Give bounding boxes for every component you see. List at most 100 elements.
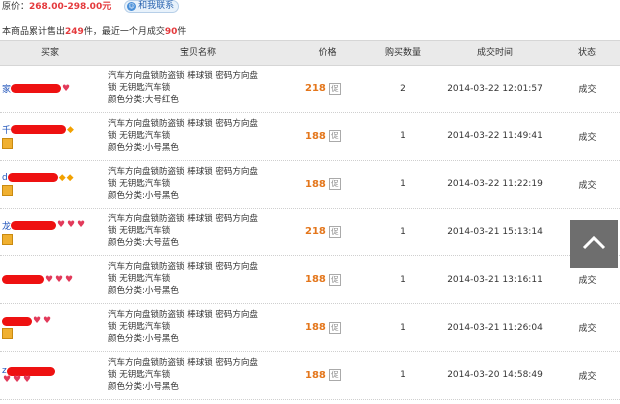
col-status: 状态 — [577, 48, 596, 58]
vip-badge-icon — [2, 233, 13, 245]
summary-suffix: 件 — [177, 27, 187, 37]
qty-cell: 1 — [400, 131, 406, 142]
redaction-mark — [2, 316, 32, 326]
item-cell: 汽车方向盘锁防盗锁 棒球锁 密码方向盘锁 无钥匙汽车锁 颜色分类:小号黑色 — [108, 256, 298, 308]
item-cell: 汽车方向盘锁防盗锁 棒球锁 密码方向盘锁 无钥匙汽车锁 颜色分类:大号蓝色 — [108, 208, 298, 260]
promo-badge: 促 — [328, 130, 341, 143]
summary-prefix: 本商品累计售出 — [2, 27, 66, 37]
item-line: 颜色分类:小号黑色 — [108, 286, 179, 297]
time-cell: 2014-03-22 11:49:41 — [447, 131, 543, 142]
item-line[interactable]: 锁 无钥匙汽车锁 — [108, 82, 298, 94]
heart-rank-icon: ♥ — [23, 375, 32, 386]
status-cell: 成交 — [578, 371, 597, 382]
table-row: 家 ♥ 汽车方向盘锁防盗锁 棒球锁 密码方向盘锁 无钥匙汽车锁 颜色分类:大号红色 21… — [0, 65, 620, 113]
qty-cell: 1 — [400, 226, 406, 237]
table-row: ♥ ♥ 汽车方向盘锁防盗锁 棒球锁 密码方向盘锁 无钥匙汽车锁 颜色分类:小号黑色 18… — [0, 304, 620, 352]
table-row: 龙 ♥ ♥ ♥ 汽车方向盘锁防盗锁 棒球锁 密码方向盘锁 无钥匙汽车锁 颜色分类:大号蓝色… — [0, 208, 620, 257]
heart-rank-icon: ♥ — [43, 316, 52, 326]
item-cell: 汽车方向盘锁防盗锁 棒球锁 密码方向盘锁 无钥匙汽车锁 颜色分类:小号黑色 — [108, 161, 298, 213]
buyer-cell: ♥ ♥ ♥ — [2, 256, 102, 303]
qty-cell: 1 — [400, 274, 406, 285]
heart-rank-icon: ♥ — [62, 83, 71, 94]
contact-button[interactable]: ☺ 和我联系 — [124, 0, 180, 13]
col-time: 成交时间 — [476, 48, 513, 58]
status-cell: 成交 — [578, 180, 597, 191]
redaction-mark — [7, 173, 58, 183]
item-cell: 汽车方向盘锁防盗锁 棒球锁 密码方向盘锁 无钥匙汽车锁 颜色分类:小号黑色 — [108, 113, 298, 165]
buyer-cell: 龙 ♥ ♥ ♥ — [2, 208, 102, 255]
table-row: ♥ ♥ ♥ 汽车方向盘锁防盗锁 棒球锁 密码方向盘锁 无钥匙汽车锁 颜色分类:小号黑色 1… — [0, 256, 620, 305]
qty-cell: 1 — [400, 179, 406, 190]
item-line: 颜色分类:小号黑色 — [108, 142, 179, 153]
item-line[interactable]: 汽车方向盘锁防盗锁 棒球锁 密码方向盘 — [108, 261, 298, 273]
item-line: 颜色分类:大号红色 — [108, 95, 179, 105]
buyer-name[interactable]: d — [2, 173, 8, 183]
price-cell: 188 促 — [305, 113, 355, 160]
promo-badge: 促 — [328, 321, 341, 334]
table-row: z ♥ ♥ ♥ 汽车方向盘锁防盗锁 棒球锁 密码方向盘锁 无钥匙汽车锁 颜色分类:小号黑色… — [0, 352, 620, 400]
chat-icon: ☺ — [127, 2, 137, 11]
item-line[interactable]: 汽车方向盘锁防盗锁 棒球锁 密码方向盘 — [108, 118, 298, 130]
status-cell: 成交 — [578, 85, 597, 95]
price-cell: 218 促 — [305, 65, 355, 112]
table-row: 千 ◆ 汽车方向盘锁防盗锁 棒球锁 密码方向盘锁 无钥匙汽车锁 颜色分类:小号黑色 18… — [0, 113, 620, 161]
item-line[interactable]: 汽车方向盘锁防盗锁 棒球锁 密码方向盘 — [108, 309, 298, 321]
back-to-top-button[interactable] — [570, 220, 618, 268]
heart-rank-icon: ♥ — [57, 220, 66, 231]
summary-total: 249 — [65, 27, 84, 37]
item-line: 颜色分类:小号黑色 — [108, 381, 179, 392]
item-cell: 汽车方向盘锁防盗锁 棒球锁 密码方向盘锁 无钥匙汽车锁 颜色分类:小号黑色 — [108, 304, 298, 356]
item-line[interactable]: 锁 无钥匙汽车锁 — [108, 178, 298, 190]
col-price: 价格 — [318, 48, 337, 58]
item-line: 颜色分类:小号黑色 — [108, 190, 179, 201]
time-cell: 2014-03-21 15:13:14 — [447, 226, 543, 237]
time-cell: 2014-03-22 12:01:57 — [447, 83, 543, 94]
item-line[interactable]: 锁 无钥匙汽车锁 — [108, 273, 298, 285]
item-line[interactable]: 锁 无钥匙汽车锁 — [108, 369, 298, 381]
table-row: d ◆ ◆ 汽车方向盘锁防盗锁 棒球锁 密码方向盘锁 无钥匙汽车锁 颜色分类:小号黑色 1… — [0, 161, 620, 209]
redaction-mark — [11, 84, 62, 93]
sales-summary: 本商品累计售出249件，最近一个月成交90件 — [2, 24, 186, 37]
price-cell: 188 促 — [305, 352, 355, 399]
vip-badge-icon — [2, 138, 13, 150]
buyer-name[interactable]: 家 — [2, 82, 11, 95]
price-range: 268.00-298.00元 — [29, 2, 112, 12]
price-label: 原价： — [2, 2, 30, 12]
promo-badge: 促 — [328, 225, 341, 238]
item-line[interactable]: 汽车方向盘锁防盗锁 棒球锁 密码方向盘 — [108, 357, 298, 369]
col-buyer: 买家 — [40, 48, 59, 58]
promo-badge: 促 — [328, 82, 341, 95]
item-line[interactable]: 锁 无钥匙汽车锁 — [108, 321, 298, 333]
chevron-up-icon — [582, 235, 606, 250]
buyer-cell: ♥ ♥ — [2, 304, 102, 351]
buyer-name[interactable]: 千 — [2, 123, 11, 136]
heart-rank-icon: ♥ — [77, 220, 86, 231]
price-value: 218 — [305, 83, 326, 94]
item-line[interactable]: 汽车方向盘锁防盗锁 棒球锁 密码方向盘 — [108, 213, 298, 225]
item-cell: 汽车方向盘锁防盗锁 棒球锁 密码方向盘锁 无钥匙汽车锁 颜色分类:大号红色 — [108, 65, 298, 117]
summary-mid: 件，最近一个月成交 — [83, 27, 165, 37]
item-line[interactable]: 锁 无钥匙汽车锁 — [108, 225, 298, 237]
item-line[interactable]: 汽车方向盘锁防盗锁 棒球锁 密码方向盘 — [108, 70, 298, 82]
promo-badge: 促 — [328, 369, 341, 382]
price-line: 原价：268.00-298.00元 ☺ 和我联系 — [2, 0, 180, 14]
price-value: 188 — [305, 369, 326, 381]
redaction-mark — [11, 125, 67, 135]
item-line: 颜色分类:小号黑色 — [108, 334, 179, 344]
heart-rank-icon: ♥ — [67, 220, 76, 231]
buyer-name[interactable]: 龙 — [2, 219, 11, 232]
item-line[interactable]: 汽车方向盘锁防盗锁 棒球锁 密码方向盘 — [108, 166, 298, 178]
item-line[interactable]: 锁 无钥匙汽车锁 — [108, 130, 298, 142]
promo-badge: 促 — [328, 273, 341, 286]
price-value: 188 — [305, 178, 326, 190]
diamond-rank-icon: ◆ — [58, 172, 66, 183]
qty-cell: 2 — [400, 83, 406, 94]
price-cell: 218 促 — [305, 208, 355, 255]
heart-rank-icon: ♥ — [3, 375, 12, 386]
table-header: 买家 宝贝名称 价格 购买数量 成交时间 状态 — [0, 40, 620, 66]
summary-month: 90 — [164, 27, 178, 37]
heart-rank-icon: ♥ — [65, 274, 74, 285]
status-cell: 成交 — [578, 324, 597, 334]
qty-cell: 1 — [400, 322, 406, 333]
heart-rank-icon: ♥ — [13, 375, 22, 386]
